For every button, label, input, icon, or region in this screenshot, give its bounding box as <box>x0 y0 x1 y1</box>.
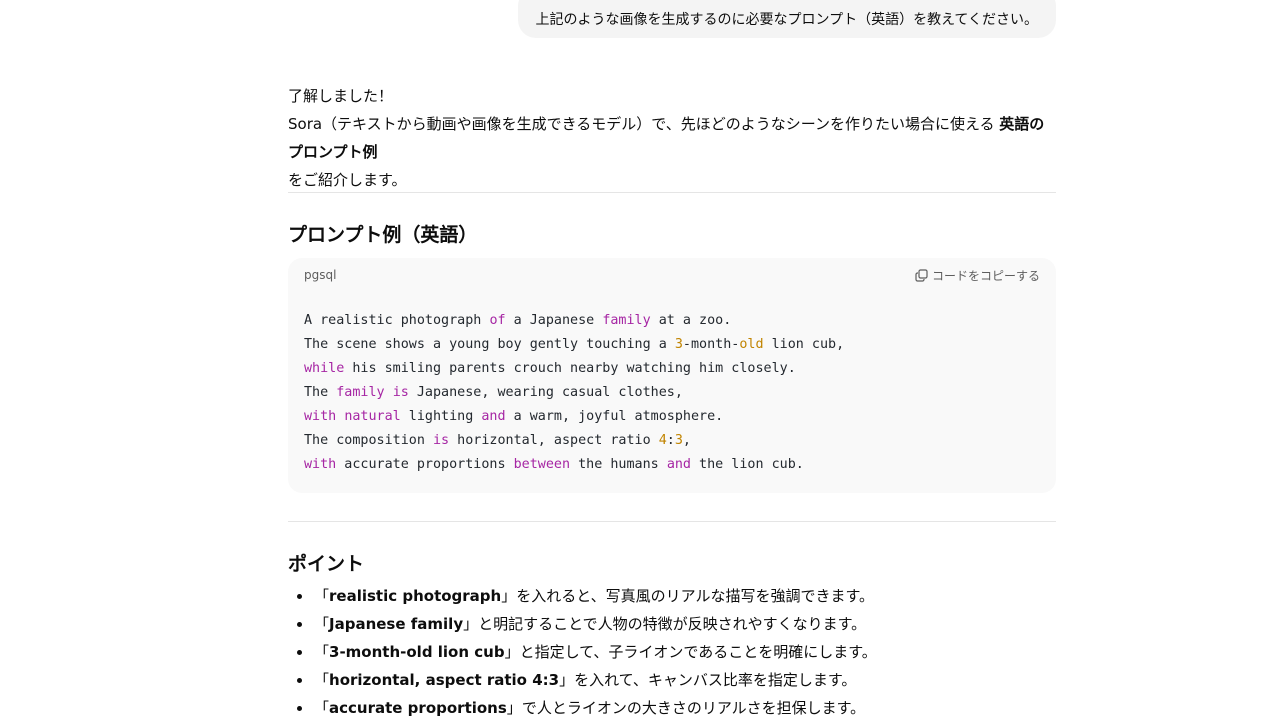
code-keyword: between <box>513 457 571 472</box>
point-item: 「accurate proportions」で人とライオンの大きさのリアルさを担… <box>297 694 877 720</box>
point-item-close: 」 <box>501 587 517 605</box>
code-keyword: is <box>392 385 409 400</box>
divider <box>288 521 1056 522</box>
code-keyword: family <box>602 313 651 328</box>
code-text: lighting <box>400 409 482 424</box>
point-item-open: 「 <box>314 643 330 661</box>
code-keyword: and <box>666 457 691 472</box>
point-item: 「3-month-old lion cub」と指定して、子ライオンであることを明… <box>297 638 877 666</box>
point-item-open: 「 <box>314 587 330 605</box>
point-item: 「Japanese family」と明記することで人物の特徴が反映されやすくなり… <box>297 610 877 638</box>
code-text: -month- <box>682 337 740 352</box>
points-heading: ポイント <box>288 553 365 575</box>
intro-line-2: Sora（テキストから動画や画像を生成できるモデル）で、先ほどのようなシーンを作… <box>288 110 1056 166</box>
code-text: his smiling parents crouch nearby watchi… <box>344 361 796 376</box>
copy-icon <box>915 269 928 282</box>
point-item-close: 」 <box>506 699 522 717</box>
code-keyword: is <box>433 433 450 448</box>
point-item-bold: 3-month-old lion cub <box>329 643 505 661</box>
code-text: a Japanese <box>505 313 603 328</box>
point-item-bold: horizontal, aspect ratio 4:3 <box>329 671 560 689</box>
code-line: A realistic photograph of a Japanese fam… <box>304 313 731 328</box>
point-item-rest: を入れると、写真風のリアルな描写を強調できます。 <box>516 587 874 605</box>
code-text: horizontal, aspect ratio <box>449 433 659 448</box>
code-number: 3 <box>674 337 683 352</box>
intro-line-3: をご紹介します。 <box>288 171 407 189</box>
code-number: 3 <box>674 433 683 448</box>
copy-code-button[interactable]: コードをコピーする <box>915 267 1040 284</box>
code-text: A realistic photograph <box>304 313 490 328</box>
code-block: pgsql コードをコピーする A realistic photograph o… <box>288 258 1056 493</box>
code-text: a warm, joyful atmosphere. <box>505 409 724 424</box>
code-keyword: natural <box>344 409 401 424</box>
copy-code-label: コードをコピーする <box>931 269 1040 283</box>
code-text: Japanese, wearing casual clothes, <box>408 385 683 400</box>
code-line: with natural lighting and a warm, joyful… <box>304 409 723 424</box>
point-item: 「realistic photograph」を入れると、写真風のリアルな描写を強… <box>297 582 877 610</box>
code-text: the lion cub. <box>691 457 804 472</box>
points-list: 「realistic photograph」を入れると、写真風のリアルな描写を強… <box>288 582 877 720</box>
code-line: The family is Japanese, wearing casual c… <box>304 385 683 400</box>
code-keyword: while <box>304 361 345 376</box>
point-item-rest: と明記することで人物の特徴が反映されやすくなります。 <box>478 615 867 633</box>
point-item-close: 」 <box>504 643 520 661</box>
point-item-open: 「 <box>314 699 330 717</box>
intro-line-1: 了解しました！ <box>288 87 394 105</box>
code-keyword: with <box>304 409 337 424</box>
code-language-label: pgsql <box>304 268 337 282</box>
user-message-bubble: 上記のような画像を生成するのに必要なプロンプト（英語）を教えてください。 <box>517 0 1056 38</box>
code-line: The scene shows a young boy gently touch… <box>304 337 844 352</box>
point-item-close: 」 <box>559 671 575 689</box>
point-item-open: 「 <box>314 615 330 633</box>
chat-page: 上記のような画像を生成するのに必要なプロンプト（英語）を教えてください。 了解し… <box>0 0 1280 720</box>
point-item-bold: accurate proportions <box>329 699 507 717</box>
code-number: old <box>739 337 764 352</box>
prompt-example-heading: プロンプト例（英語） <box>288 224 478 246</box>
code-text: The composition <box>304 433 433 448</box>
code-keyword: of <box>489 313 506 328</box>
code-text: The <box>304 385 337 400</box>
code-line: with accurate proportions between the hu… <box>304 457 804 472</box>
point-item-rest: で人とライオンの大きさのリアルさを担保します。 <box>521 699 866 717</box>
code-text: accurate proportions <box>336 457 514 472</box>
code-keyword: with <box>304 457 337 472</box>
code-text: , <box>682 433 691 448</box>
point-item-bold: Japanese family <box>329 615 464 633</box>
intro-paragraph: 了解しました！ Sora（テキストから動画や画像を生成できるモデル）で、先ほどの… <box>288 82 1056 194</box>
code-number: 4 <box>658 433 667 448</box>
point-item: 「horizontal, aspect ratio 4:3」を入れて、キャンバス… <box>297 666 877 694</box>
code-text: : <box>666 433 675 448</box>
point-item-open: 「 <box>314 671 330 689</box>
code-text: at a zoo. <box>650 313 732 328</box>
code-keyword: family <box>336 385 385 400</box>
point-item-bold: realistic photograph <box>329 587 502 605</box>
user-message-text: 上記のような画像を生成するのに必要なプロンプト（英語）を教えてください。 <box>535 12 1038 28</box>
intro-line-2-text: Sora（テキストから動画や画像を生成できるモデル）で、先ほどのようなシーンを作… <box>288 115 1000 133</box>
code-text: lion cub, <box>763 337 845 352</box>
code-line: The composition is horizontal, aspect ra… <box>304 433 691 448</box>
divider <box>288 192 1056 193</box>
code-keyword: and <box>481 409 506 424</box>
point-item-rest: を入れて、キャンバス比率を指定します。 <box>574 671 857 689</box>
code-content: A realistic photograph of a Japanese fam… <box>304 309 844 477</box>
code-text: the humans <box>570 457 667 472</box>
code-line: while his smiling parents crouch nearby … <box>304 361 796 376</box>
point-item-rest: と指定して、子ライオンであることを明確にします。 <box>519 643 877 661</box>
point-item-close: 」 <box>463 615 479 633</box>
code-text: The scene shows a young boy gently touch… <box>304 337 675 352</box>
